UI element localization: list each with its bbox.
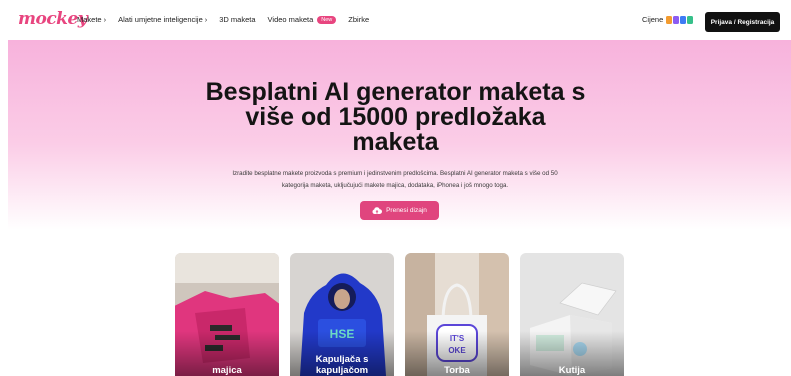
top-navbar: mockey Makete › Alati umjetne inteligenc… — [0, 0, 791, 40]
category-card-tshirt[interactable]: majica — [175, 253, 279, 376]
main-menu: Makete › Alati umjetne inteligencije › 3… — [77, 15, 369, 24]
menu-item-makete[interactable]: Makete › — [77, 15, 106, 24]
card-label: Torba — [444, 365, 470, 376]
card-label: Kutija — [558, 365, 586, 376]
hero-title: Besplatni AI generator maketa s više od … — [205, 78, 586, 156]
chevron-right-icon: › — [103, 15, 107, 24]
upload-design-button[interactable]: Prenesi dizajn — [360, 201, 439, 220]
login-register-button[interactable]: Prijava / Registracija — [705, 12, 780, 32]
card-label: Kapuljača s kapuljačom — [315, 354, 369, 376]
menu-item-video-mockup[interactable]: Video maketa New — [268, 15, 337, 24]
category-card-box[interactable]: Kutija — [520, 253, 624, 376]
menu-item-3d-mockup[interactable]: 3D maketa — [219, 15, 255, 24]
card-label: majica — [212, 365, 242, 376]
pricing-link[interactable]: Cijene — [642, 15, 694, 24]
pricing-app-icons — [666, 15, 694, 24]
hero-description: Izradite besplatne makete proizvoda s pr… — [232, 170, 558, 189]
category-card-tote-bag[interactable]: IT'S OKE Torba — [405, 253, 509, 376]
menu-item-ai-tools[interactable]: Alati umjetne inteligencije › — [118, 15, 207, 24]
new-badge: New — [317, 15, 337, 24]
chevron-right-icon: › — [204, 15, 208, 24]
cloud-upload-icon — [372, 206, 383, 214]
category-card-hoodie[interactable]: HSE Kapuljača s kapuljačom — [290, 253, 394, 376]
menu-item-collections[interactable]: Zbirke — [348, 15, 369, 24]
